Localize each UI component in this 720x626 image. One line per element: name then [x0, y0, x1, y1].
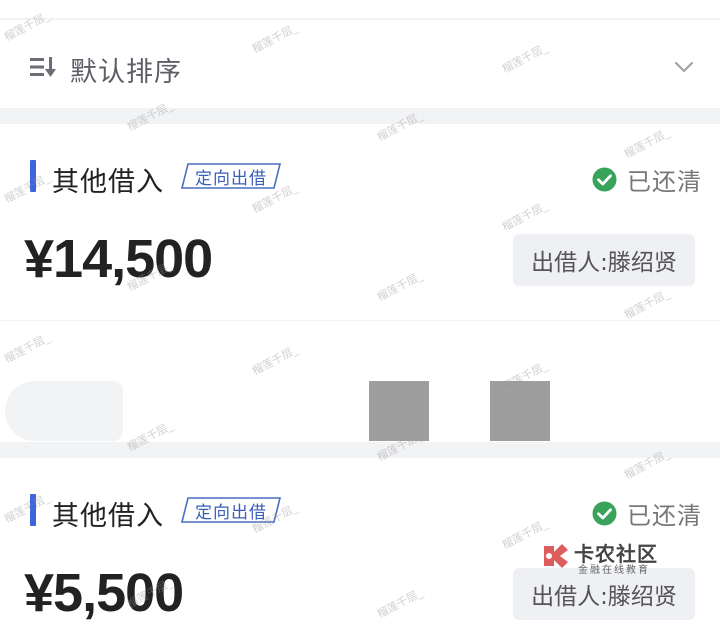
- brand-watermark: 卡农社区 金融在线教育: [540, 538, 680, 576]
- sort-label: 默认排序: [70, 57, 182, 88]
- top-strip: [0, 0, 720, 18]
- record-category: 其他借入: [52, 501, 164, 532]
- lender-badge: 出借人:滕绍贤: [513, 234, 695, 286]
- status-label: 已还清: [627, 168, 702, 196]
- check-circle-icon: [592, 167, 617, 192]
- sort-icon: [30, 57, 56, 77]
- record-category: 其他借入: [52, 167, 164, 198]
- check-circle-icon: [592, 501, 617, 526]
- brand-subtitle: 金融在线教育: [578, 565, 650, 576]
- record-amount: ¥14,500: [24, 229, 213, 289]
- record-tag-label: 定向出借: [195, 168, 267, 189]
- loan-record-card[interactable]: 其他借入 定向出借 已还清 ¥14,500 出借人:滕绍贤: [0, 124, 720, 320]
- obscured-row: [0, 321, 720, 442]
- status-label: 已还清: [627, 502, 702, 530]
- record-status: 已还清: [592, 162, 702, 197]
- chevron-down-icon[interactable]: [674, 60, 694, 74]
- brand-logo-icon: [544, 544, 568, 568]
- blurred-area: [5, 381, 123, 441]
- sort-bar[interactable]: 默认排序: [0, 20, 720, 108]
- redacted-block: [490, 381, 550, 441]
- record-status: 已还清: [592, 496, 702, 531]
- record-tag: 定向出借: [180, 162, 282, 190]
